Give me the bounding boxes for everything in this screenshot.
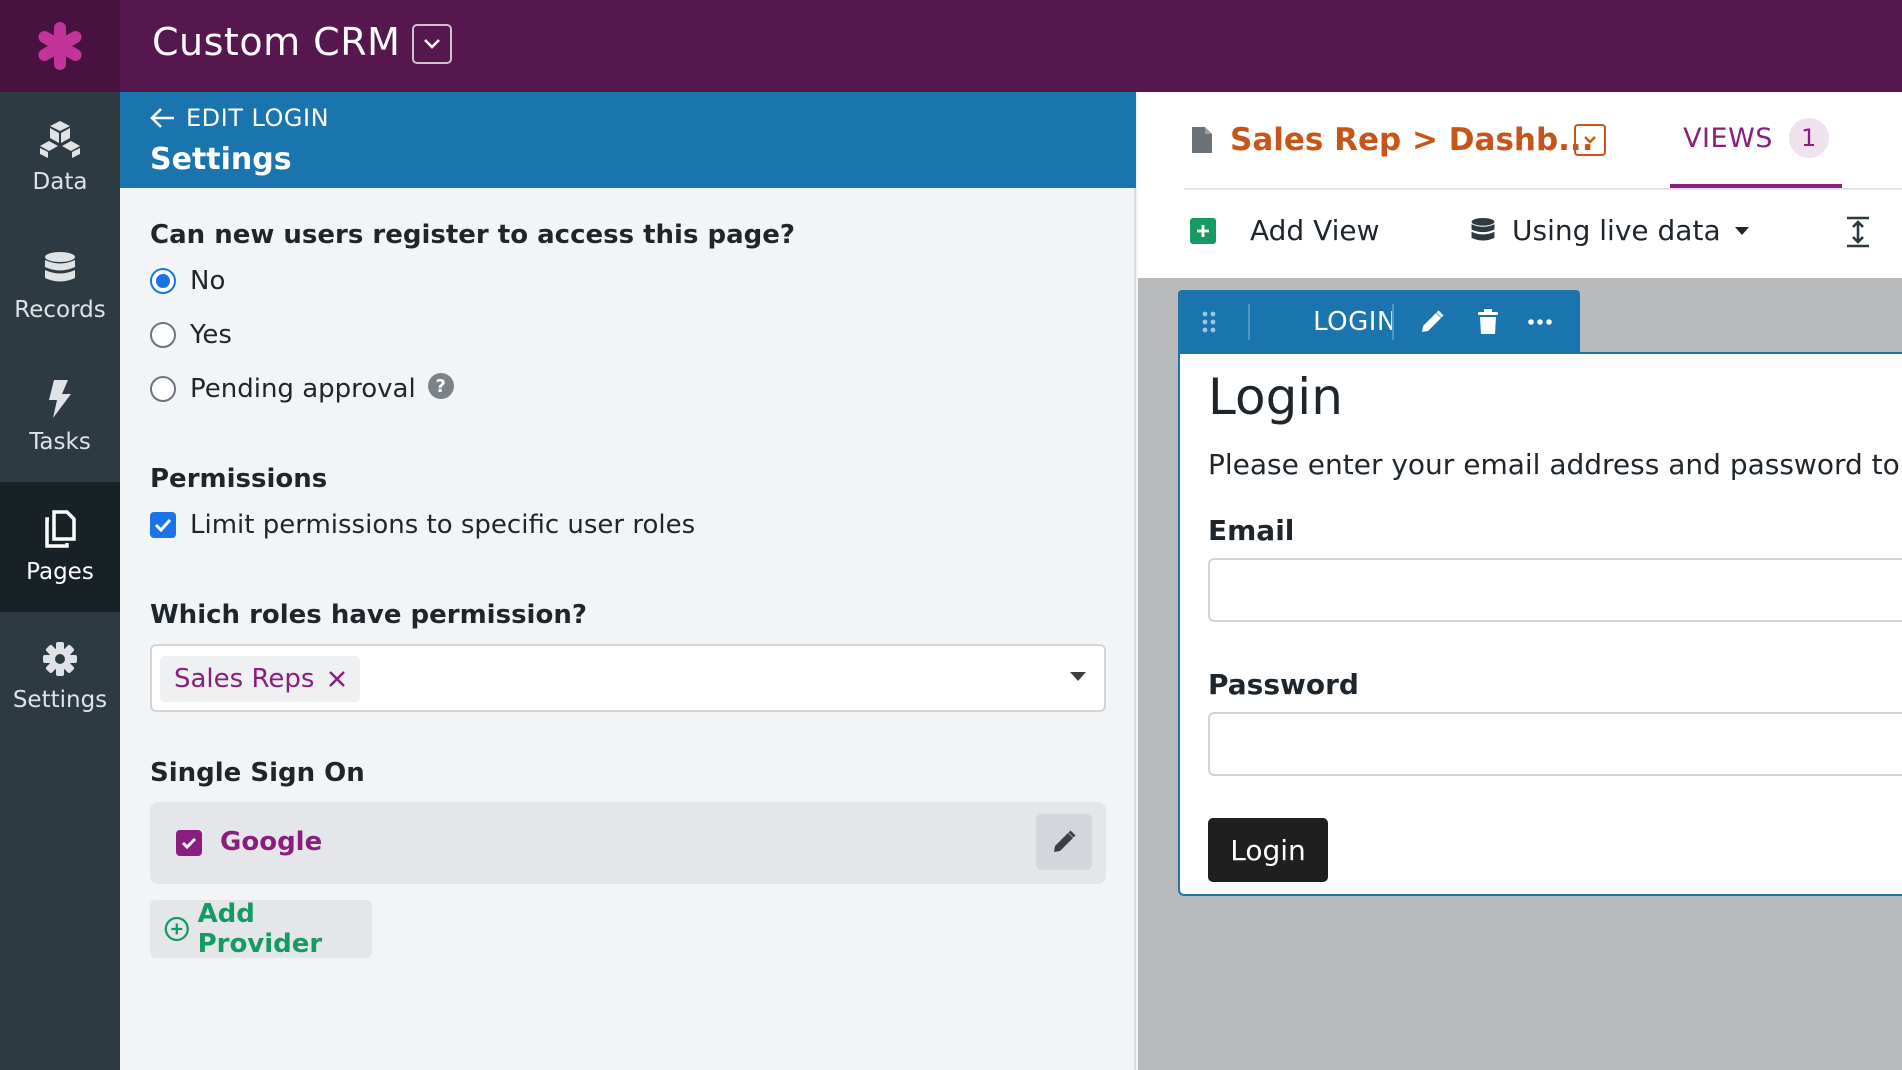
- radio-label: Pending approval: [190, 374, 416, 404]
- pencil-icon: [1054, 830, 1076, 852]
- limit-permissions-checkbox[interactable]: [150, 512, 176, 538]
- side-navigation: Data Records Tasks Pages Settings: [0, 92, 120, 1070]
- radio-option-yes[interactable]: Yes: [150, 320, 232, 350]
- pages-icon: [45, 510, 76, 548]
- sso-heading: Single Sign On: [150, 758, 365, 788]
- views-count-badge: 1: [1788, 118, 1829, 158]
- page-switcher-dropdown[interactable]: [1574, 124, 1606, 156]
- drag-grip-icon: [1202, 311, 1216, 333]
- nav-label-data: Data: [32, 169, 88, 195]
- checkmark-icon: [154, 518, 172, 532]
- bolt-icon: [49, 380, 71, 418]
- sso-provider-card: Google: [150, 802, 1106, 884]
- drag-handle[interactable]: [1196, 290, 1222, 354]
- nav-label-settings: Settings: [12, 687, 108, 713]
- asterisk-logo-icon: [38, 22, 82, 70]
- back-to-edit-login-link[interactable]: EDIT LOGIN: [150, 104, 329, 132]
- radio-option-pending-approval[interactable]: Pending approval ?: [150, 373, 454, 404]
- trash-icon: [1478, 309, 1498, 334]
- nav-label-records: Records: [14, 297, 106, 323]
- pencil-icon: [1422, 310, 1444, 332]
- sso-provider-name: Google: [220, 827, 323, 857]
- back-link-label: EDIT LOGIN: [186, 104, 330, 132]
- add-view-label: Add View: [1250, 214, 1380, 247]
- gear-icon: [43, 642, 77, 676]
- expand-height-button[interactable]: [1844, 216, 1872, 252]
- view-toolbar: LOGIN: [1178, 290, 1580, 354]
- document-icon: [1192, 127, 1212, 153]
- radio-option-no[interactable]: No: [150, 266, 225, 296]
- nav-item-data[interactable]: Data: [0, 92, 120, 222]
- add-provider-button[interactable]: Add Provider: [150, 899, 372, 959]
- top-bar: Custom CRM: [0, 0, 1902, 92]
- add-provider-label: Add Provider: [197, 899, 323, 959]
- plus-circle-icon: [164, 916, 189, 942]
- checkmark-icon: [181, 837, 197, 849]
- chevron-down-icon: [424, 39, 440, 49]
- radio-button[interactable]: [150, 322, 176, 348]
- edit-provider-button[interactable]: [1036, 814, 1092, 870]
- data-mode-label: Using live data: [1512, 214, 1721, 247]
- role-tag-label: Sales Reps: [174, 664, 315, 694]
- login-heading: Login: [1208, 368, 1343, 426]
- chevron-down-icon: [1584, 136, 1596, 144]
- radio-label: No: [190, 266, 226, 296]
- tab-views[interactable]: VIEWS 1: [1670, 92, 1842, 188]
- more-options-button[interactable]: [1518, 290, 1562, 354]
- radio-button[interactable]: [150, 376, 176, 402]
- header-divider: [1184, 188, 1902, 190]
- arrow-left-icon: [150, 108, 174, 128]
- roles-multiselect[interactable]: Sales Reps: [150, 644, 1106, 712]
- password-field[interactable]: [1208, 712, 1902, 776]
- plus-square-icon: [1190, 217, 1216, 244]
- app-switcher-dropdown[interactable]: [412, 24, 452, 64]
- views-tab-label: VIEWS: [1683, 122, 1773, 154]
- role-tag: Sales Reps: [160, 656, 361, 702]
- ellipsis-icon: [1528, 319, 1552, 325]
- login-view-preview[interactable]: Login Please enter your email address an…: [1178, 352, 1902, 896]
- view-toolbar-label: LOGIN: [1313, 307, 1397, 337]
- limit-permissions-label: Limit permissions to specific user roles: [190, 510, 696, 540]
- permissions-heading: Permissions: [150, 464, 328, 494]
- page-editor-header: Sales Rep > Dashb... VIEWS 1 Add View Us…: [1138, 92, 1902, 278]
- page-breadcrumb-label: Sales Rep > Dashb...: [1230, 122, 1594, 158]
- limit-permissions-checkbox-row[interactable]: Limit permissions to specific user roles: [150, 510, 695, 540]
- email-field[interactable]: [1208, 558, 1902, 622]
- nav-item-pages[interactable]: Pages: [0, 482, 120, 612]
- database-icon: [45, 252, 75, 282]
- delete-view-button[interactable]: [1466, 290, 1510, 354]
- nav-item-tasks[interactable]: Tasks: [0, 352, 120, 482]
- settings-panel-body: Can new users register to access this pa…: [120, 188, 1136, 1070]
- add-view-button[interactable]: Add View: [1190, 214, 1380, 247]
- nav-item-settings[interactable]: Settings: [0, 612, 120, 742]
- app-logo[interactable]: [0, 0, 120, 92]
- panel-title: Settings: [150, 142, 292, 177]
- nav-item-records[interactable]: Records: [0, 222, 120, 352]
- remove-tag-icon[interactable]: [328, 670, 346, 688]
- help-icon[interactable]: ?: [427, 373, 454, 399]
- cubes-icon: [40, 121, 80, 158]
- database-icon: [1471, 217, 1495, 241]
- caret-down-icon: [1734, 226, 1749, 235]
- data-mode-dropdown[interactable]: Using live data: [1470, 214, 1749, 247]
- expand-vertical-icon: [1847, 216, 1869, 248]
- app-title: Custom CRM: [152, 20, 401, 64]
- toolbar-divider: [1392, 304, 1394, 340]
- email-label: Email: [1208, 514, 1295, 547]
- login-description: Please enter your email address and pass…: [1208, 448, 1902, 481]
- settings-panel-header: EDIT LOGIN Settings: [120, 92, 1136, 188]
- registration-question: Can new users register to access this pa…: [150, 220, 795, 250]
- sso-provider-checkbox[interactable]: [176, 830, 202, 856]
- caret-down-icon[interactable]: [1070, 672, 1086, 681]
- password-label: Password: [1208, 668, 1359, 701]
- radio-label: Yes: [190, 320, 232, 350]
- nav-label-pages: Pages: [26, 559, 94, 585]
- nav-label-tasks: Tasks: [29, 429, 91, 455]
- edit-view-button[interactable]: [1410, 290, 1454, 354]
- login-button[interactable]: Login: [1208, 818, 1328, 882]
- roles-question: Which roles have permission?: [150, 600, 587, 630]
- radio-button[interactable]: [150, 268, 176, 294]
- page-breadcrumb[interactable]: Sales Rep > Dashb...: [1190, 122, 1593, 158]
